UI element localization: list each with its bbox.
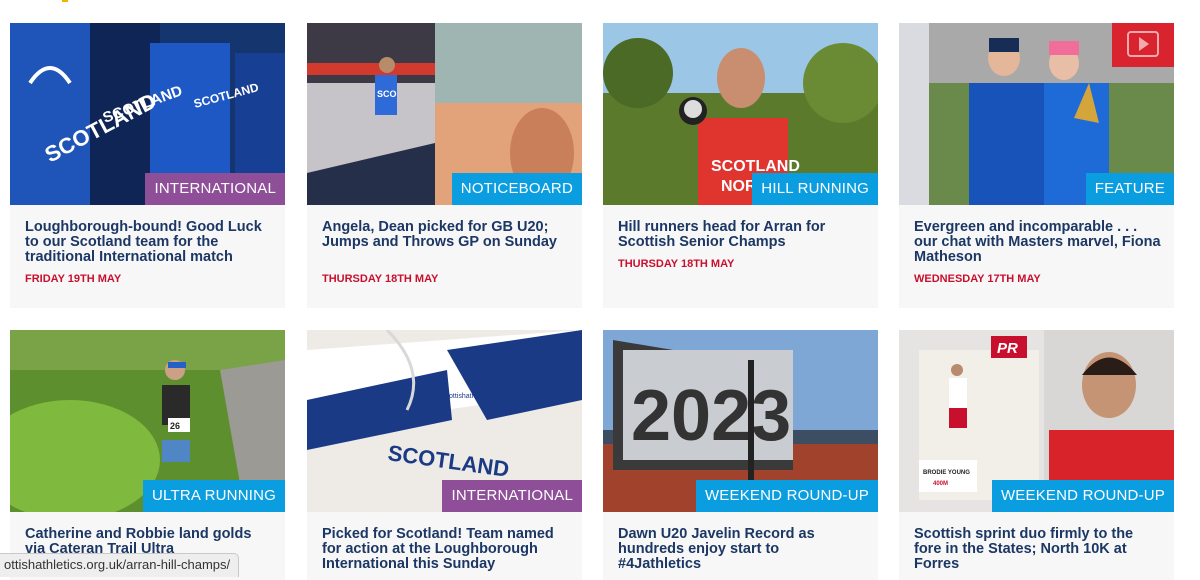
news-card[interactable]: SCOTLAND NORT HILL RUNNING Hill runners …	[603, 23, 878, 308]
article-title[interactable]: Angela, Dean picked for GB U20; Jumps an…	[322, 220, 570, 250]
category-tag[interactable]: WEEKEND ROUND-UP	[695, 480, 878, 512]
bib-text: 26	[170, 421, 180, 431]
article-title[interactable]: Evergreen and incomparable . . . our cha…	[914, 220, 1162, 265]
article-title[interactable]: Hill runners head for Arran for Scottish…	[618, 220, 866, 250]
video-play-badge[interactable]	[1112, 23, 1174, 67]
bib-text: SCO	[377, 89, 397, 99]
pr-badge-text: PR	[997, 340, 1018, 357]
category-tag[interactable]: WEEKEND ROUND-UP	[991, 480, 1174, 512]
news-card[interactable]: scottishathletics SCOTLAND INTERNATIONAL…	[307, 330, 582, 580]
play-icon	[1139, 37, 1149, 51]
news-card-image[interactable]: SCOTLAND NORT HILL RUNNING	[603, 23, 878, 205]
name-card-text: BRODIE YOUNG	[923, 470, 970, 476]
status-bar-url: ottishathletics.org.uk/arran-hill-champs…	[0, 553, 240, 577]
board-text: 2023	[631, 376, 791, 456]
news-card-image[interactable]: 2023 WEEKEND ROUND-UP	[603, 330, 878, 512]
article-title[interactable]: Picked for Scotland! Team named for acti…	[322, 527, 570, 572]
news-card[interactable]: FEATURE Evergreen and incomparable . . .…	[899, 23, 1174, 308]
news-card-image[interactable]: SCO NOTICEBOARD	[307, 23, 582, 205]
news-card-image[interactable]: scottishathletics SCOTLAND INTERNATIONAL	[307, 330, 582, 512]
news-card[interactable]: SCOTLAND SCOTLAND SCOTLAND INTERNATIONAL…	[10, 23, 285, 308]
article-title[interactable]: Loughborough-bound! Good Luck to our Sco…	[25, 220, 273, 265]
category-tag[interactable]: INTERNATIONAL	[145, 173, 285, 205]
article-date: FRIDAY 19TH MAY	[25, 273, 122, 285]
article-date: THURSDAY 18TH MAY	[322, 273, 439, 285]
article-date: THURSDAY 18TH MAY	[618, 258, 735, 270]
news-card[interactable]: 26 ULTRA RUNNING Catherine and Robbie la…	[10, 330, 285, 580]
article-title[interactable]: Dawn U20 Javelin Record as hundreds enjo…	[618, 527, 866, 572]
category-tag[interactable]: HILL RUNNING	[752, 173, 878, 205]
news-card-image[interactable]: 26 ULTRA RUNNING	[10, 330, 285, 512]
category-tag[interactable]: NOTICEBOARD	[451, 173, 582, 205]
article-date: WEDNESDAY 17TH MAY	[914, 273, 1041, 285]
news-card-image[interactable]: PR BRODIE YOUNG 400M WEEKEND ROUND-UP	[899, 330, 1174, 512]
news-card[interactable]: PR BRODIE YOUNG 400M WEEKEND ROUND-UP Sc…	[899, 330, 1174, 580]
news-grid: SCOTLAND SCOTLAND SCOTLAND INTERNATIONAL…	[0, 0, 1200, 580]
news-card[interactable]: 2023 WEEKEND ROUND-UP Dawn U20 Javelin R…	[603, 330, 878, 580]
category-tag[interactable]: FEATURE	[1085, 173, 1174, 205]
category-tag[interactable]: ULTRA RUNNING	[143, 480, 285, 512]
category-tag[interactable]: INTERNATIONAL	[442, 480, 582, 512]
kit-brand-text: scottishathletics	[442, 393, 492, 400]
news-card-image[interactable]: FEATURE	[899, 23, 1174, 205]
news-card-image[interactable]: SCOTLAND SCOTLAND SCOTLAND INTERNATIONAL	[10, 23, 285, 205]
news-card[interactable]: SCO NOTICEBOARD Angela, Dean picked for …	[307, 23, 582, 308]
name-card-text: 400M	[933, 481, 948, 487]
article-title[interactable]: Scottish sprint duo firmly to the fore i…	[914, 527, 1162, 572]
